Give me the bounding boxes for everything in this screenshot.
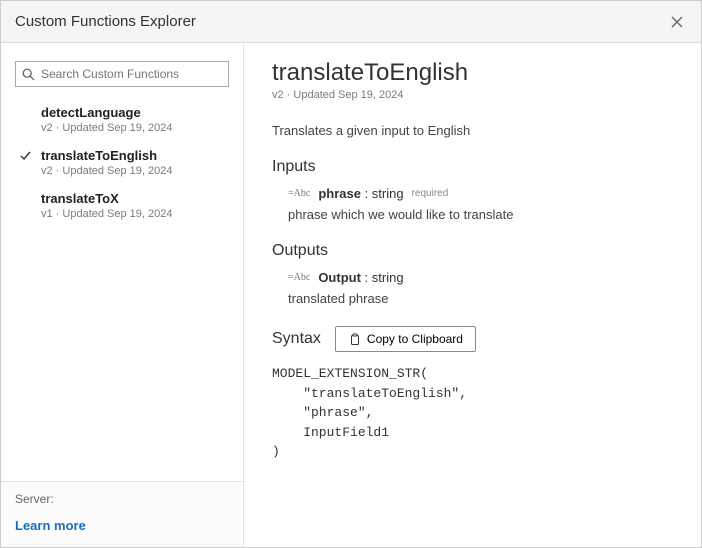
check-icon bbox=[19, 149, 32, 165]
copy-label: Copy to Clipboard bbox=[367, 332, 463, 346]
function-meta: v1 · Updated Sep 19, 2024 bbox=[41, 208, 229, 220]
function-name: translateToX bbox=[41, 191, 229, 206]
output-type: : string bbox=[365, 270, 404, 285]
copy-to-clipboard-button[interactable]: Copy to Clipboard bbox=[335, 326, 476, 352]
explorer-window: Custom Functions Explorer detectLanguage… bbox=[0, 0, 702, 548]
server-label: Server: bbox=[15, 492, 229, 506]
function-item[interactable]: detectLanguage v2 · Updated Sep 19, 2024 bbox=[1, 99, 243, 142]
syntax-code: MODEL_EXTENSION_STR( "translateToEnglish… bbox=[272, 364, 673, 462]
input-desc: phrase which we would like to translate bbox=[272, 207, 673, 222]
abc-icon: =Abc bbox=[288, 188, 310, 199]
inputs-heading: Inputs bbox=[272, 158, 673, 176]
detail-title: translateToEnglish bbox=[272, 59, 673, 87]
function-name: detectLanguage bbox=[41, 105, 229, 120]
input-name: phrase bbox=[318, 186, 361, 201]
output-desc: translated phrase bbox=[272, 291, 673, 306]
function-name: translateToEnglish bbox=[41, 148, 229, 163]
abc-icon: =Abc bbox=[288, 272, 310, 283]
close-icon bbox=[670, 15, 684, 29]
function-meta: v2 · Updated Sep 19, 2024 bbox=[41, 165, 229, 177]
input-type: : string bbox=[365, 186, 404, 201]
detail-panel: translateToEnglish v2 · Updated Sep 19, … bbox=[244, 43, 701, 547]
outputs-heading: Outputs bbox=[272, 242, 673, 260]
function-meta: v2 · Updated Sep 19, 2024 bbox=[41, 122, 229, 134]
titlebar: Custom Functions Explorer bbox=[1, 1, 701, 43]
output-name: Output bbox=[318, 270, 361, 285]
input-param-row: =Abc phrase : string required bbox=[272, 186, 673, 201]
learn-more-link[interactable]: Learn more bbox=[15, 518, 229, 533]
window-title: Custom Functions Explorer bbox=[15, 13, 196, 30]
body: detectLanguage v2 · Updated Sep 19, 2024… bbox=[1, 43, 701, 547]
syntax-row: Syntax Copy to Clipboard bbox=[272, 326, 673, 352]
search-input[interactable] bbox=[41, 67, 222, 81]
function-list: detectLanguage v2 · Updated Sep 19, 2024… bbox=[1, 99, 243, 481]
sidebar: detectLanguage v2 · Updated Sep 19, 2024… bbox=[1, 43, 244, 547]
output-param-row: =Abc Output : string bbox=[272, 270, 673, 285]
sidebar-footer: Server: Learn more bbox=[1, 481, 243, 547]
close-button[interactable] bbox=[667, 12, 687, 32]
search-box[interactable] bbox=[15, 61, 229, 87]
function-item[interactable]: translateToX v1 · Updated Sep 19, 2024 bbox=[1, 185, 243, 228]
syntax-heading: Syntax bbox=[272, 330, 321, 348]
function-item-selected[interactable]: translateToEnglish v2 · Updated Sep 19, … bbox=[1, 142, 243, 185]
clipboard-icon bbox=[348, 333, 361, 346]
search-icon bbox=[22, 68, 35, 81]
required-badge: required bbox=[412, 188, 449, 199]
detail-description: Translates a given input to English bbox=[272, 123, 673, 138]
detail-meta: v2 · Updated Sep 19, 2024 bbox=[272, 89, 673, 101]
search-wrap bbox=[1, 61, 243, 99]
